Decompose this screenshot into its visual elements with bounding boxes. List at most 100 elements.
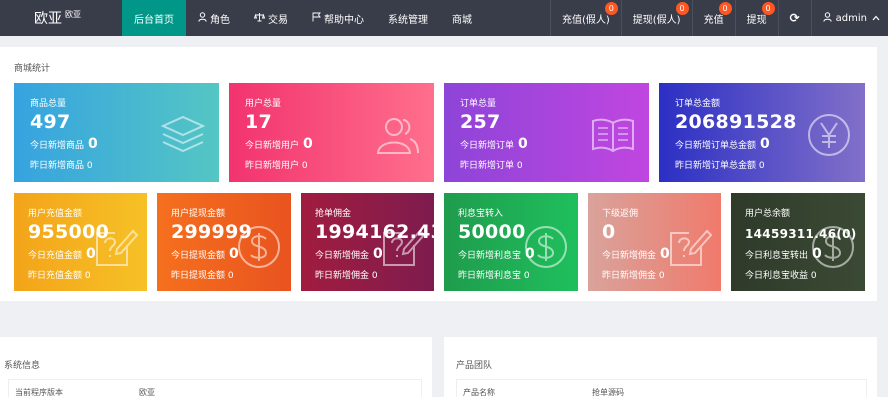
card-value: 50000 [458, 221, 526, 243]
stat-card-recharge[interactable]: 用户充值金额 955000 今日充值金额 0 昨日充值金额 0 [14, 193, 147, 291]
card-today: 今日新增用户 0 [245, 136, 313, 152]
edit-icon [670, 229, 713, 266]
card-title: 用户总余额 [745, 209, 791, 219]
card-value: 497 [30, 111, 71, 133]
nav-item-roles[interactable]: 角色 [186, 0, 242, 36]
card-value: 17 [245, 111, 273, 133]
notification-badge: 0 [675, 2, 689, 15]
card-value: 206891528 [675, 111, 797, 133]
nav-item-label: 角色 [210, 14, 230, 26]
dollar-icon [238, 226, 280, 268]
card-title: 商品总量 [30, 99, 67, 109]
notification-badge: 0 [761, 2, 775, 15]
stat-card-users[interactable]: 用户总量 17 今日新增用户 0 昨日新增用户 0 [229, 83, 434, 182]
card-today: 今日提现金额 0 [171, 246, 239, 262]
brand-title: 欧亚 [34, 11, 62, 27]
stat-card-orders[interactable]: 订单总量 257 今日新增订单 0 昨日新增订单 0 [444, 83, 649, 182]
nav-recharge[interactable]: 充值 0 [691, 0, 735, 36]
row-key: 产品名称 [463, 388, 495, 397]
panel-title: 系统信息 [4, 361, 41, 371]
nav-item-label: 帮助中心 [324, 14, 364, 26]
card-today: 今日充值金额 0 [28, 246, 96, 262]
nav-withdraw-fake[interactable]: 提现(假人) 0 [620, 0, 692, 36]
card-yesterday: 昨日新增利息宝 0 [458, 271, 530, 281]
card-yesterday: 昨日提现金额 0 [171, 271, 234, 281]
brand-subtitle: 欧亚 [65, 9, 81, 19]
nav-recharge-fake[interactable]: 充值(假人) 0 [549, 0, 621, 36]
card-today: 今日新增佣金 0 [315, 246, 383, 262]
stat-card-sub-commission[interactable]: 下级返佣 0 今日新增佣金 0 昨日新增佣金 0 [588, 193, 721, 291]
card-title: 用户充值金额 [28, 209, 83, 219]
book-icon [592, 118, 634, 153]
stat-card-total-balance[interactable]: 用户总余额 14459311.46(0) 今日利息宝转出 0 今日利息宝收益 0 [731, 193, 865, 291]
stat-card-commission[interactable]: 抢单佣金 1994162.43 今日新增佣金 0 昨日新增佣金 0 [301, 193, 434, 291]
card-value: 0 [602, 221, 616, 243]
card-today: 今日新增订单 0 [460, 136, 528, 152]
nav-item-system[interactable]: 系统管理 [376, 0, 440, 36]
row-value: 欧亚 [139, 388, 155, 397]
card-yesterday: 昨日新增商品 0 [30, 161, 93, 171]
notification-badge: 0 [604, 2, 618, 15]
card-title: 用户总量 [245, 99, 282, 109]
card-yesterday: 今日利息宝收益 0 [745, 271, 817, 281]
dollar-icon [812, 226, 854, 268]
nav-item-shop[interactable]: 商城 [440, 0, 484, 36]
nav-item-dashboard[interactable]: 后台首页 [122, 0, 186, 36]
refresh-icon: ⟳ [789, 11, 800, 25]
flag-icon [312, 12, 321, 25]
dollar-icon [525, 226, 567, 268]
row-key: 当前程序版本 [15, 388, 63, 397]
scale-icon [253, 12, 266, 25]
table-row: 产品名称 抢单源码 [456, 379, 867, 397]
card-today: 今日新增订单总金额 0 [675, 136, 770, 152]
card-yesterday: 昨日新增佣金 0 [315, 271, 378, 281]
card-title: 抢单佣金 [315, 209, 352, 219]
card-yesterday: 昨日新增订单 0 [460, 161, 523, 171]
card-yesterday: 昨日新增用户 0 [245, 161, 308, 171]
refresh-button[interactable]: ⟳ [777, 0, 811, 36]
product-team-panel: 产品团队 产品名称 抢单源码 [444, 337, 877, 397]
user-icon [822, 11, 832, 25]
nav-item-help[interactable]: 帮助中心 [300, 0, 376, 36]
card-yesterday: 昨日充值金额 0 [28, 271, 91, 281]
stat-card-withdraw[interactable]: 用户提现金额 299999 今日提现金额 0 昨日提现金额 0 [157, 193, 291, 291]
user-icon [198, 11, 207, 25]
notification-badge: 0 [718, 2, 732, 15]
card-title: 用户提现金额 [171, 209, 226, 219]
nav-item-label: 后台首页 [134, 14, 174, 26]
nav-item-trade[interactable]: 交易 [242, 0, 300, 36]
table-row: 当前程序版本 欧亚 [8, 379, 422, 397]
system-info-panel: 系统信息 当前程序版本 欧亚 [0, 337, 432, 397]
layers-icon [160, 115, 206, 153]
card-yesterday: 昨日新增订单总金额 0 [675, 161, 765, 171]
yen-icon [808, 114, 850, 156]
card-title: 订单总量 [460, 99, 497, 109]
nav-item-label: 商城 [452, 14, 472, 26]
nav-item-label: 系统管理 [388, 14, 428, 26]
edit-icon [96, 229, 139, 266]
card-today: 今日新增商品 0 [30, 136, 98, 152]
stat-card-order-amount[interactable]: 订单总金额 206891528 今日新增订单总金额 0 昨日新增订单总金额 0 [659, 83, 865, 182]
shop-stats-panel: 商城统计 商品总量 497 今日新增商品 0 昨日新增商品 0 用户总量 17 今… [0, 47, 877, 301]
panel-title: 产品团队 [456, 361, 493, 371]
card-title: 利息宝转入 [458, 209, 504, 219]
nav-item-label: 提现(假人) [632, 14, 681, 26]
stat-card-products[interactable]: 商品总量 497 今日新增商品 0 昨日新增商品 0 [14, 83, 219, 182]
nav-item-label: 充值(假人) [561, 14, 610, 26]
stat-card-interest-in[interactable]: 利息宝转入 50000 今日新增利息宝 0 昨日新增利息宝 0 [444, 193, 578, 291]
right-nav: 充值(假人) 0 提现(假人) 0 充值 0 提现 0 ⟳ admin [549, 0, 888, 36]
section-title: 商城统计 [14, 64, 51, 74]
card-title: 下级返佣 [602, 209, 639, 219]
main-nav: 后台首页 角色 交易 帮助中心 系统管理 商城 [122, 0, 484, 36]
top-navbar: 欧亚 欧亚 后台首页 角色 交易 帮助中心 系统管理 商城 充值(假人) 0 提… [0, 0, 888, 36]
row-value: 抢单源码 [592, 388, 624, 397]
card-today: 今日新增佣金 0 [602, 246, 670, 262]
nav-withdraw[interactable]: 提现 0 [734, 0, 778, 36]
brand-logo[interactable]: 欧亚 欧亚 [0, 0, 122, 36]
username: admin [835, 12, 867, 24]
card-value: 257 [460, 111, 501, 133]
chevron-up-icon [872, 13, 880, 24]
card-yesterday: 昨日新增佣金 0 [602, 271, 665, 281]
user-menu[interactable]: admin [810, 0, 888, 36]
users-icon [376, 118, 419, 154]
